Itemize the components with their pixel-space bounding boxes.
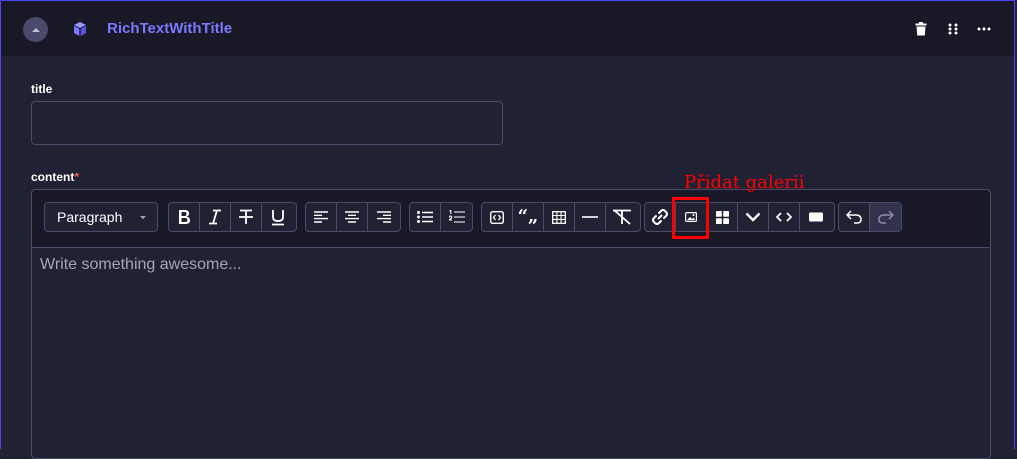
content-label: content*: [31, 170, 79, 184]
list-group: [409, 202, 473, 232]
editor-placeholder: Write something awesome...: [40, 256, 242, 273]
clear-format-icon: [612, 209, 632, 225]
underline-icon: [270, 209, 286, 226]
rectangle-icon: [808, 212, 823, 222]
ordered-list-button[interactable]: [441, 203, 472, 231]
align-right-button[interactable]: [368, 203, 399, 231]
blockquote-button[interactable]: “„: [513, 203, 544, 231]
code-block-icon: [490, 210, 504, 224]
code-block-button[interactable]: [482, 203, 513, 231]
code-icon: [776, 212, 792, 222]
bullet-list-icon: [417, 211, 433, 223]
link-icon: [652, 209, 668, 225]
horizontal-rule-icon: [582, 215, 598, 219]
collapse-icon: [31, 26, 41, 34]
align-left-icon: [314, 211, 328, 223]
content-label-text: content: [31, 170, 75, 184]
annotation-label: Přidat galerii: [684, 172, 805, 193]
horizontal-rule-button[interactable]: [575, 203, 606, 231]
align-group: [305, 202, 401, 232]
title-input[interactable]: [31, 101, 503, 145]
history-group: [838, 202, 902, 232]
redo-icon: [877, 210, 894, 224]
drag-icon[interactable]: [944, 20, 962, 38]
table-button[interactable]: [544, 203, 575, 231]
embed-button[interactable]: [800, 203, 831, 231]
align-center-icon: [345, 211, 359, 223]
bold-icon: [177, 209, 191, 225]
cube-icon: [72, 21, 88, 37]
strikethrough-button[interactable]: [231, 203, 262, 231]
italic-icon: [208, 209, 222, 225]
blockquote-icon: “„: [517, 206, 539, 227]
grid-button[interactable]: [707, 203, 738, 231]
trash-icon[interactable]: [912, 20, 930, 38]
strikethrough-icon: [238, 209, 254, 225]
align-right-icon: [376, 211, 391, 223]
component-title: RichTextWithTitle: [107, 20, 233, 37]
format-select-value: Paragraph: [57, 209, 123, 225]
undo-button[interactable]: [839, 203, 870, 231]
table-icon: [552, 210, 566, 224]
redo-button[interactable]: [870, 203, 901, 231]
code-button[interactable]: [769, 203, 800, 231]
rich-text-editor[interactable]: Paragraph “„ Write something awesome...: [31, 189, 991, 459]
block-group: “„: [481, 202, 641, 232]
bold-button[interactable]: [169, 203, 200, 231]
bullet-list-button[interactable]: [410, 203, 441, 231]
ordered-list-icon: [448, 210, 465, 224]
dropdown-button[interactable]: [738, 203, 769, 231]
align-left-button[interactable]: [306, 203, 337, 231]
collapse-button[interactable]: [23, 17, 48, 42]
clear-format-button[interactable]: [606, 203, 637, 231]
annotation-highlight-box: [672, 197, 709, 239]
component-header: RichTextWithTitle: [1, 1, 1014, 56]
undo-icon: [846, 210, 862, 224]
more-icon[interactable]: [975, 20, 993, 38]
editor-toolbar: Paragraph “„: [32, 190, 990, 248]
caret-down-icon: [139, 215, 147, 220]
chevron-down-icon: [745, 212, 761, 222]
format-select[interactable]: Paragraph: [44, 202, 158, 232]
required-mark: *: [74, 170, 80, 184]
underline-button[interactable]: [262, 203, 293, 231]
align-center-button[interactable]: [337, 203, 368, 231]
title-label: title: [31, 82, 53, 96]
text-style-group: [168, 202, 297, 232]
grid-icon: [715, 210, 729, 224]
italic-button[interactable]: [200, 203, 231, 231]
